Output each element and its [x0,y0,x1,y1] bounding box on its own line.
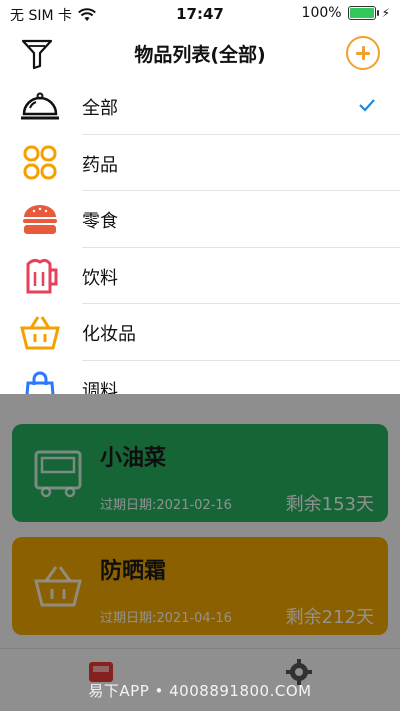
page-title: 物品列表(全部) [134,44,266,66]
food-cloche-icon [21,92,59,120]
status-right: 100% ⚡ [302,5,390,21]
category-item-snacks[interactable]: 零食 [0,191,400,248]
navbar: 物品列表(全部) [0,28,400,78]
burger-icon [23,205,57,234]
category-item-medicine[interactable]: 药品 [0,135,400,191]
add-item-button[interactable] [346,36,380,70]
medicine-icon [23,145,57,179]
category-label: 全部 [82,98,118,119]
charging-icon: ⚡ [381,6,390,20]
basket-icon [20,316,60,350]
shopping-bag-icon [25,371,55,394]
category-label: 药品 [82,154,118,176]
status-bar: 无 SIM 卡 17:47 100% ⚡ [0,0,400,28]
battery-icon [347,6,379,20]
category-label: 化妆品 [82,324,136,345]
checkmark-icon [359,99,375,112]
category-item-seasoning[interactable]: 调料 [0,361,400,395]
category-item-drinks[interactable]: 饮料 [0,248,400,304]
category-item-all[interactable]: 全部 [0,78,400,135]
category-dropdown: 全部 药品 零食 饮料 化妆品 调料 [0,78,400,394]
category-label: 调料 [82,380,118,395]
watermark: 易下APP • 4008891800.COM [88,682,312,700]
category-label: 饮料 [82,267,118,289]
beer-mug-icon [26,258,58,293]
battery-percent: 100% [301,5,342,21]
category-label: 零食 [82,211,118,232]
category-item-cosmetics[interactable]: 化妆品 [0,304,400,361]
